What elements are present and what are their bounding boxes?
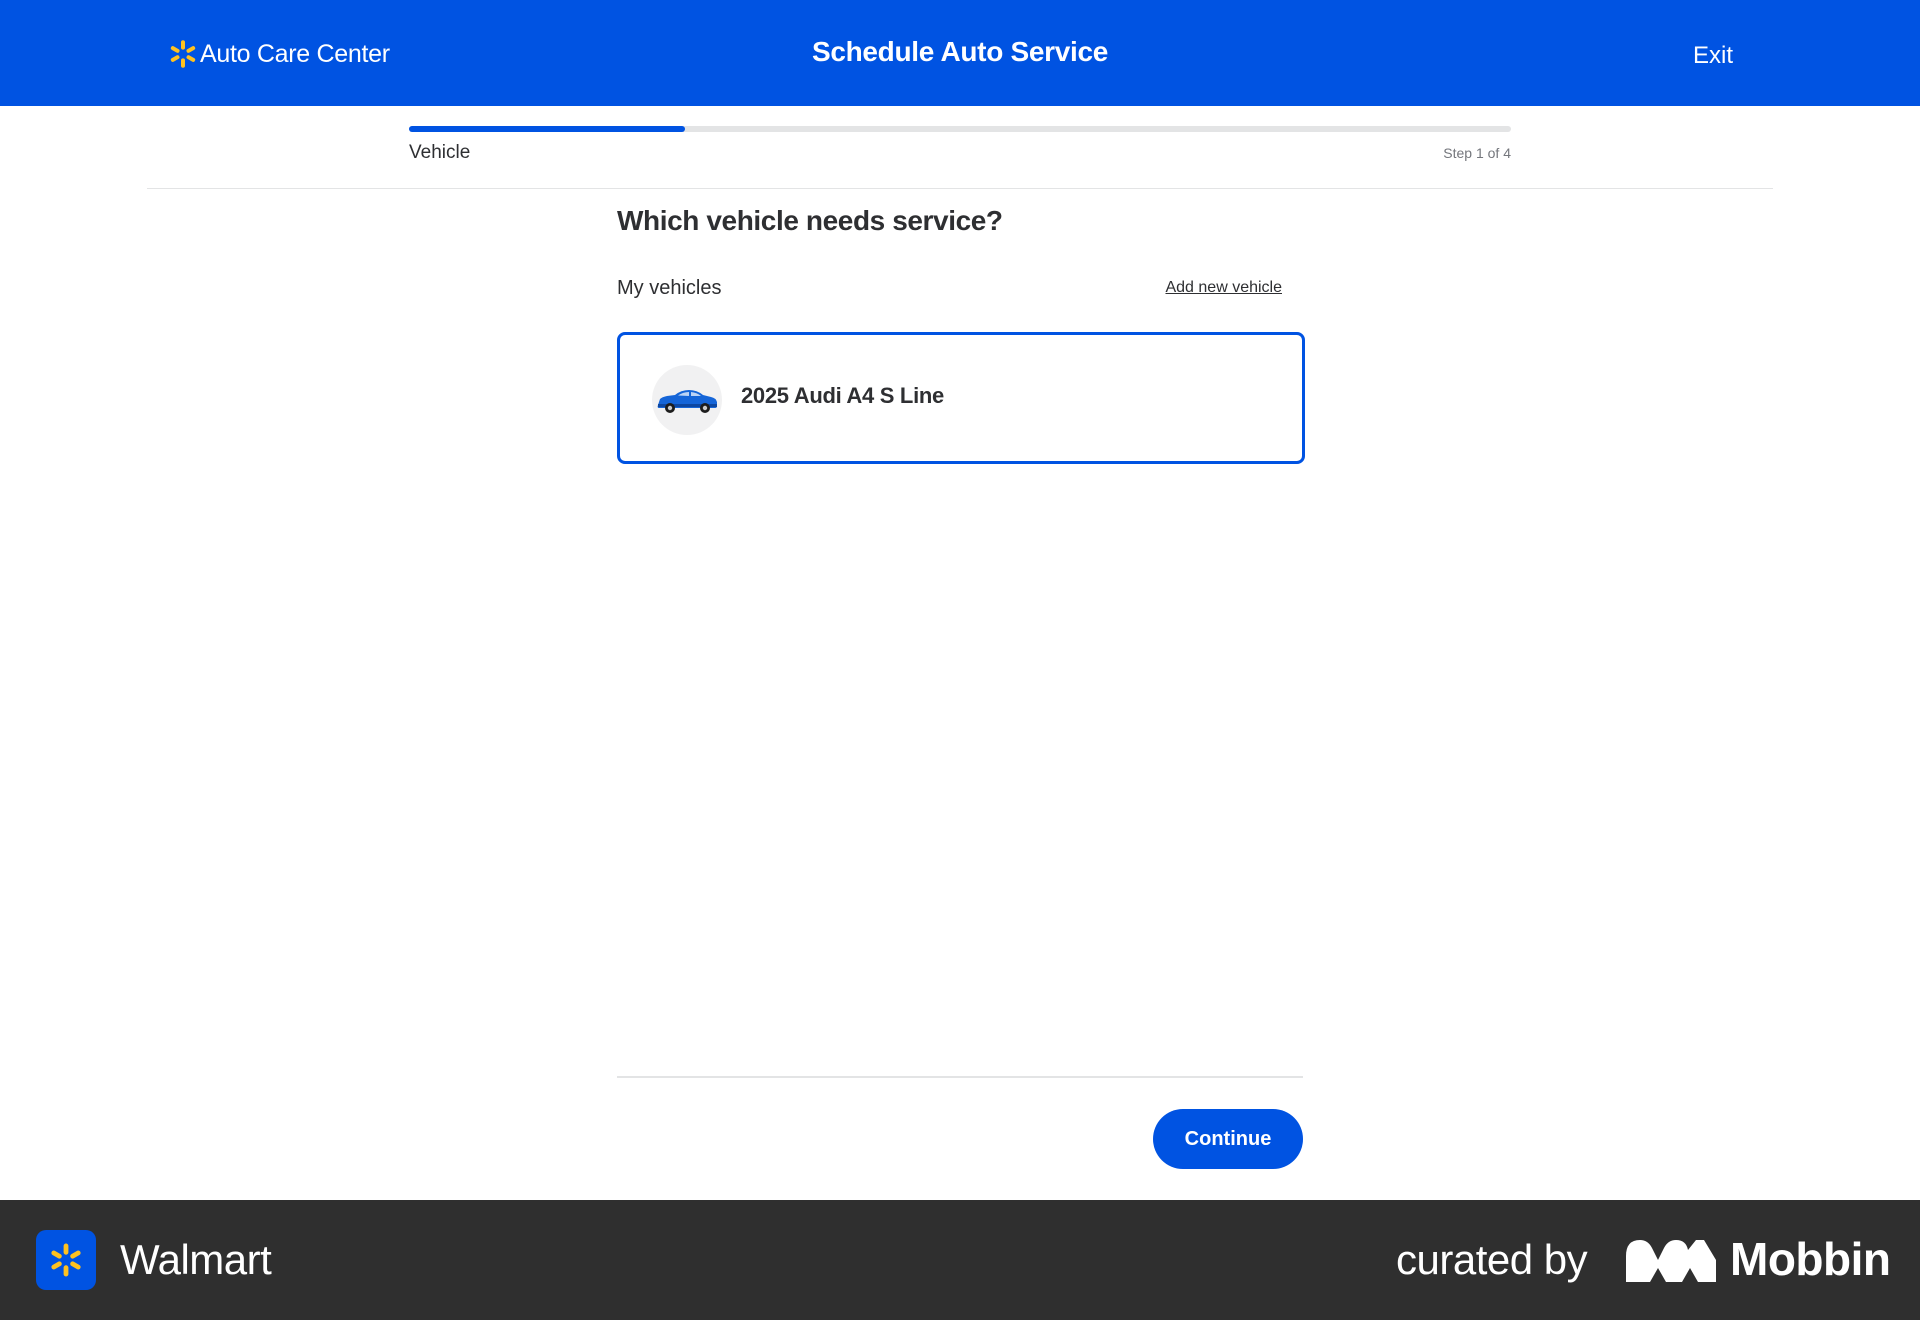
question-heading: Which vehicle needs service? [617,205,1003,236]
mobbin-logo-icon [1626,1240,1716,1282]
curated-by-text: curated by [1396,1236,1588,1283]
page-title: Schedule Auto Service [811,36,1109,67]
footer-app-name: Walmart [120,1236,272,1283]
vehicle-card[interactable]: 2025 Audi A4 S Line [617,332,1305,464]
walmart-app-icon [36,1230,96,1290]
car-icon [657,390,717,413]
add-new-vehicle-link[interactable]: Add new vehicle [1165,279,1282,297]
my-vehicles-label: My vehicles [617,277,722,299]
step-count: Step 1 of 4 [1443,145,1511,161]
vehicle-name: 2025 Audi A4 S Line [741,383,944,408]
continue-button[interactable]: Continue [1153,1109,1303,1169]
footer-banner: Walmart curated by Mobbin [0,1200,1920,1320]
exit-button[interactable]: Exit [1693,42,1733,70]
spark-icon [51,1243,81,1277]
step-name: Vehicle [409,142,471,163]
app-header: Auto Care Center Schedule Auto Service E… [0,0,1920,106]
progress-bar-fill [409,126,685,132]
divider [617,1076,1303,1078]
curator-name: Mobbin [1730,1233,1891,1285]
divider [147,188,1773,189]
progress-bar [409,126,1511,132]
vehicle-thumbnail [652,365,722,435]
